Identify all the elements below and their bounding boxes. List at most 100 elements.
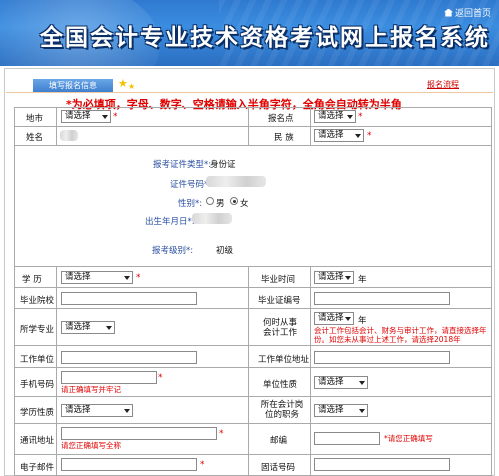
gender-female-label: 女 [240, 199, 249, 209]
label-unit-type: 单位性质 [263, 380, 298, 390]
id-number-blurred [206, 176, 266, 187]
education-select[interactable]: 请选择 [61, 271, 133, 284]
dropdown-arrow-icon [124, 409, 130, 413]
address-hint: 请您正确填写全称 [61, 441, 121, 450]
dropdown-arrow-icon [102, 115, 108, 119]
zip-input[interactable] [314, 432, 380, 445]
mobile-hint: 请正确填写并牢记 [61, 385, 121, 394]
row-divider [14, 287, 492, 288]
major-select[interactable]: 请选择 [61, 321, 115, 334]
year-label: 年 [358, 316, 367, 326]
grad-year-select[interactable]: 请选择 [314, 271, 354, 284]
header-banner: 全国会计专业技术资格考试网上报名系统 返回首页 [0, 0, 499, 66]
col-divider [56, 266, 57, 476]
tab-bar: 填写报名信息 ★ ★ 报名流程 [6, 77, 493, 93]
required-mark: * [358, 112, 363, 122]
label-school: 毕业院校 [20, 296, 55, 306]
employer-input[interactable] [61, 351, 197, 364]
label-edu-type: 学历性质 [20, 408, 55, 418]
label-mobile: 手机号码 [20, 380, 55, 390]
ethnicity-select[interactable]: 请选择 [314, 129, 364, 142]
label-exam-site: 报名点 [268, 114, 294, 124]
region-select[interactable]: 请选择 [61, 110, 111, 123]
label-phone: 固话号码 [261, 463, 296, 473]
row-divider [14, 126, 492, 127]
label-ethnicity: 民 族 [274, 133, 294, 143]
ethnicity-select-value: 请选择 [318, 130, 344, 140]
label-employer: 工作单位 [20, 355, 55, 365]
label-education: 学 历 [22, 275, 42, 285]
dropdown-arrow-icon [359, 381, 365, 385]
row-divider [14, 423, 492, 424]
email-input[interactable] [61, 458, 197, 471]
star-icon: ★ [118, 77, 128, 90]
dropdown-arrow-icon [345, 276, 351, 280]
gender-male-label: 男 [216, 199, 225, 209]
dropdown-arrow-icon [345, 317, 351, 321]
label-region: 地市 [26, 114, 44, 124]
tab-fill-info[interactable]: 填写报名信息 [33, 79, 113, 92]
birth-value-blurred [192, 213, 232, 224]
dropdown-arrow-icon [359, 409, 365, 413]
label-work-start: 何时从事会计工作 [262, 318, 297, 338]
label-diploma-no: 毕业证编号 [258, 296, 301, 306]
row-divider [14, 396, 492, 397]
label-gender: 性别*: [178, 199, 203, 209]
required-mark: * [219, 429, 224, 439]
label-name: 姓名 [26, 133, 44, 143]
post-select-value: 请选择 [318, 405, 344, 415]
dropdown-arrow-icon [124, 276, 130, 280]
label-email: 电子邮件 [20, 463, 55, 473]
edu-type-select-value: 请选择 [65, 405, 91, 415]
page: 全国会计专业技术资格考试网上报名系统 返回首页 填写报名信息 ★ ★ 报名流程 … [0, 0, 499, 476]
major-select-value: 请选择 [65, 322, 91, 332]
home-icon [443, 8, 453, 17]
exam-site-select[interactable]: 请选择 [314, 110, 356, 123]
exam-site-select-value: 请选择 [318, 111, 344, 121]
required-mark: * [158, 373, 163, 383]
label-birth: 出生年月日*: [145, 217, 195, 227]
label-post: 所在会计岗位的职务 [260, 400, 304, 420]
label-major: 所学专业 [20, 325, 55, 335]
label-employer-addr: 工作单位地址 [258, 355, 310, 365]
work-start-hint: 会计工作包括会计、财务与审计工作，请直接选择年份。如您未从事过上述工作，请选择2… [314, 326, 487, 344]
education-select-value: 请选择 [65, 272, 91, 282]
required-mark: * [136, 273, 141, 283]
row-divider [14, 345, 492, 346]
dropdown-arrow-icon [355, 134, 361, 138]
col-divider [248, 266, 249, 476]
home-link-label: 返回首页 [454, 9, 491, 19]
label-address: 通讯地址 [20, 436, 55, 446]
row-divider [14, 367, 492, 368]
row-divider [14, 308, 492, 309]
employer-addr-input[interactable] [314, 351, 450, 364]
school-input[interactable] [61, 292, 197, 305]
post-select[interactable]: 请选择 [314, 404, 368, 417]
label-zip: 邮编 [270, 436, 288, 446]
home-link[interactable]: 返回首页 [443, 6, 491, 19]
required-mark: * [367, 131, 372, 141]
mobile-input[interactable] [61, 371, 157, 384]
row-divider [14, 145, 492, 146]
zip-hint: *请您正确填写 [384, 434, 433, 443]
work-start-select[interactable]: 请选择 [314, 312, 354, 325]
flow-link[interactable]: 报名流程 [427, 79, 459, 90]
label-id-type: 报考证件类型*: [153, 160, 212, 170]
system-title: 全国会计专业技术资格考试网上报名系统 [40, 24, 490, 51]
year-label: 年 [358, 275, 367, 285]
edu-type-select[interactable]: 请选择 [61, 404, 133, 417]
id-type-value: 身份证 [210, 160, 236, 170]
address-input[interactable] [61, 427, 217, 440]
radio-female[interactable] [230, 197, 238, 205]
required-mark: * [200, 460, 205, 470]
dropdown-arrow-icon [106, 326, 112, 330]
label-id-number: 证件号码*: [170, 180, 212, 190]
diploma-no-input[interactable] [314, 292, 450, 305]
unit-type-select[interactable]: 请选择 [314, 376, 368, 389]
phone-input[interactable] [314, 458, 450, 471]
radio-male[interactable] [206, 197, 214, 205]
region-select-value: 请选择 [65, 111, 91, 121]
col-divider [310, 266, 311, 476]
grad-year-select-value: 请选择 [318, 272, 344, 282]
col-divider [248, 107, 249, 145]
